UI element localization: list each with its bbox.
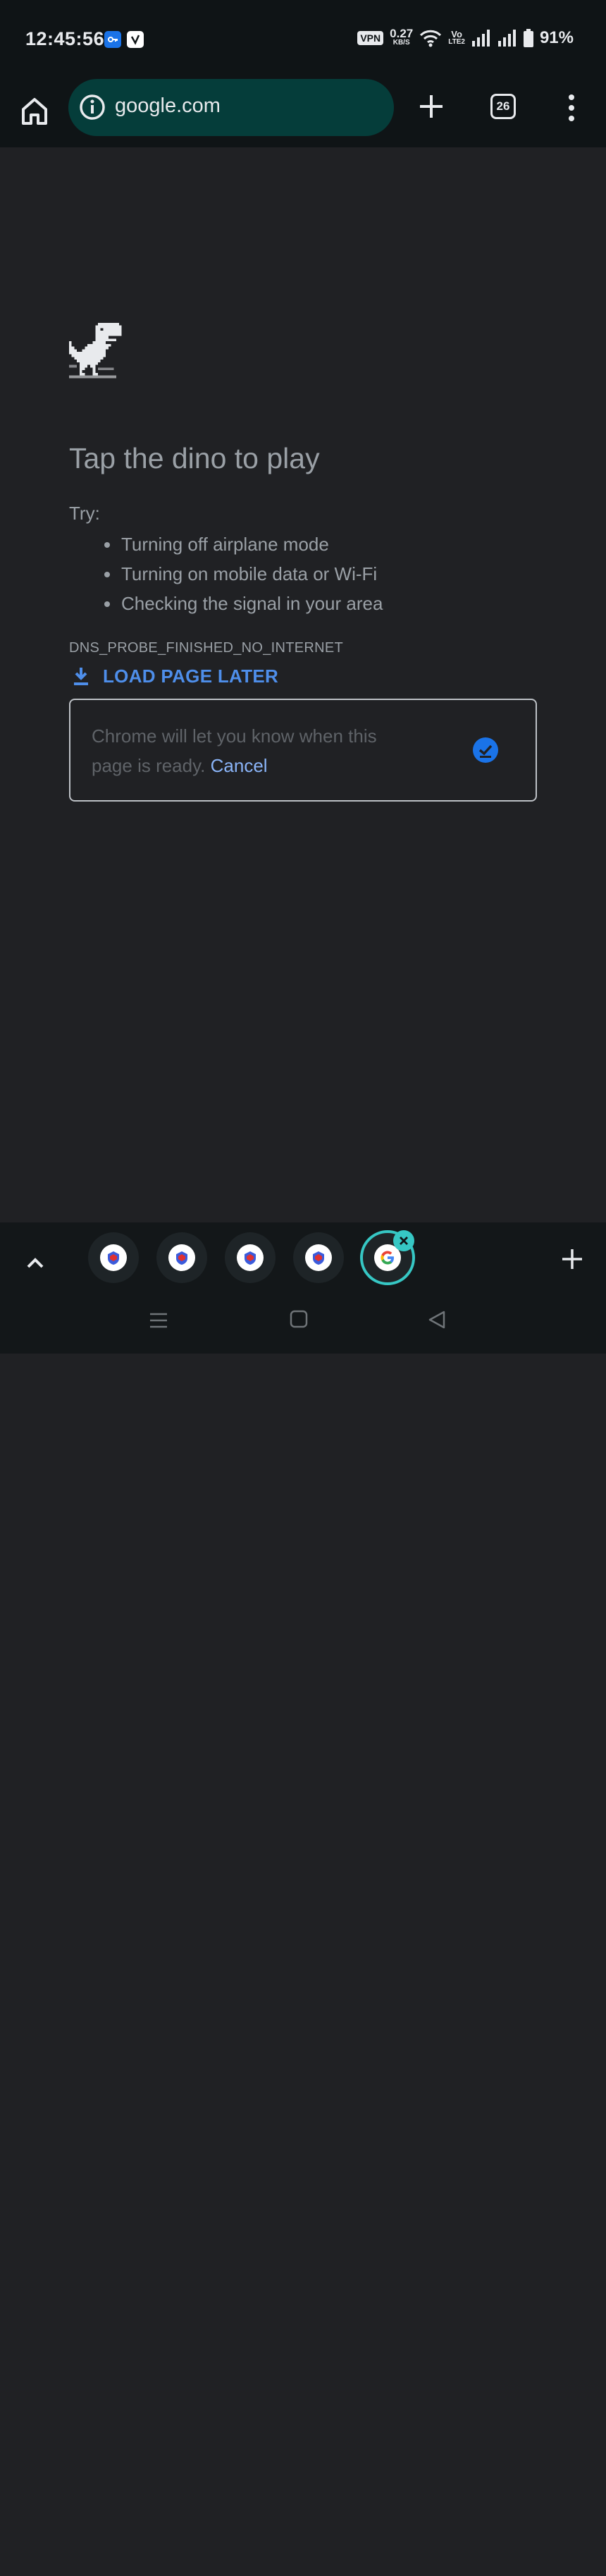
download-icon — [74, 668, 88, 685]
tab-count: 26 — [496, 99, 510, 113]
close-icon — [400, 1237, 408, 1245]
app-notification-icon — [127, 31, 144, 48]
cancel-link[interactable]: Cancel — [211, 755, 268, 776]
dino-icon[interactable] — [69, 322, 127, 381]
list-item: Checking the signal in your area — [104, 589, 383, 618]
system-nav-bar-buttons — [0, 1310, 606, 1354]
system-nav-bar — [0, 2532, 606, 2576]
status-bar: 12:45:56 VPN 0.27 KB/S Vo LTE2 91% — [0, 0, 606, 74]
suggestion-list: Turning off airplane mode Turning on mob… — [104, 529, 383, 618]
load-page-later-button[interactable]: LOAD PAGE LATER — [69, 662, 278, 690]
tab-thumbnail-4[interactable] — [293, 1232, 344, 1283]
shield-app-icon — [305, 1244, 332, 1271]
volte-indicator: Vo LTE2 — [448, 29, 465, 46]
home-nav-icon[interactable] — [290, 1310, 308, 1328]
vpn-badge: VPN — [357, 31, 384, 45]
list-item: Turning on mobile data or Wi-Fi — [104, 559, 383, 589]
signal-icon — [471, 30, 490, 47]
close-tab-button[interactable] — [393, 1230, 414, 1251]
recents-icon[interactable] — [148, 1310, 169, 1331]
page-headline: Tap the dino to play — [69, 442, 320, 474]
list-item: Turning off airplane mode — [104, 529, 383, 559]
info-icon[interactable] — [78, 93, 106, 121]
network-speed: 0.27 KB/S — [390, 27, 414, 47]
plus-icon[interactable] — [559, 1246, 585, 1272]
error-page: Tap the dino to play Try: Turning off ai… — [0, 147, 606, 1222]
shield-app-icon — [168, 1244, 195, 1271]
chevron-up-icon[interactable] — [23, 1251, 48, 1276]
more-vert-icon[interactable] — [561, 92, 582, 123]
omnibox[interactable]: google.com — [68, 79, 394, 136]
tab-thumbnail-2[interactable] — [156, 1232, 207, 1283]
home-icon[interactable] — [18, 95, 51, 128]
battery-percent: 91% — [539, 28, 574, 47]
clock: 12:45:56 — [25, 28, 105, 49]
tab-thumbnail-3[interactable] — [225, 1232, 276, 1283]
tab-thumbnail-1[interactable] — [88, 1232, 139, 1283]
back-icon[interactable] — [427, 1310, 447, 1330]
signal-icon-2 — [497, 30, 516, 47]
offline-notice-card: Chrome will let you know when this page … — [69, 699, 537, 802]
browser-toolbar: google.com 26 — [0, 74, 606, 147]
shield-app-icon — [100, 1244, 127, 1271]
load-page-later-label: LOAD PAGE LATER — [103, 665, 279, 687]
tab-switcher-button[interactable]: 26 — [490, 94, 516, 119]
wifi-icon — [420, 30, 442, 47]
try-label: Try: — [69, 503, 100, 524]
ready-check-icon — [473, 737, 498, 763]
error-code: DNS_PROBE_FINISHED_NO_INTERNET — [69, 640, 344, 656]
battery-icon — [523, 29, 533, 47]
url-text[interactable]: google.com — [115, 94, 221, 118]
shield-app-icon — [237, 1244, 264, 1271]
notice-text: Chrome will let you know when this page … — [92, 725, 377, 776]
plus-icon[interactable] — [417, 92, 445, 121]
key-icon — [104, 31, 121, 48]
